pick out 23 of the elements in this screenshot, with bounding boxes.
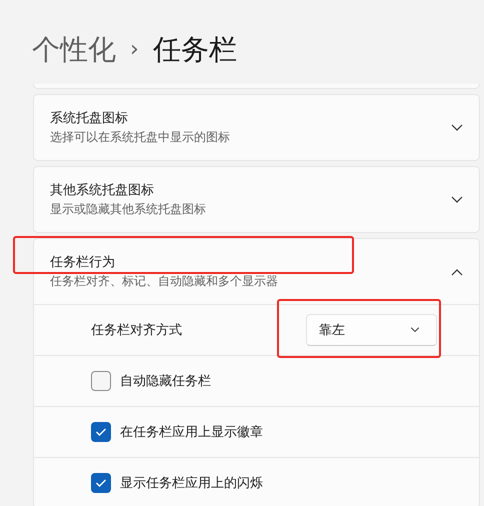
chevron-down-icon[interactable]	[451, 124, 463, 132]
section-subtitle: 显示或隐藏其他系统托盘图标	[50, 201, 207, 218]
checkbox-label: 在任务栏应用上显示徽章	[120, 424, 264, 441]
section-title[interactable]: 系统托盘图标	[50, 109, 451, 127]
alignment-dropdown[interactable]: 靠左	[306, 314, 437, 346]
checkbox-label: 显示任务栏应用上的闪烁	[120, 475, 264, 492]
section-title[interactable]: 其他系统托盘图标	[50, 181, 451, 199]
checkbox-label: 自动隐藏任务栏	[120, 373, 212, 390]
check-icon	[95, 427, 107, 437]
checkbox[interactable]	[91, 473, 111, 493]
section-subtitle: 选择可以在系统托盘中显示的图标	[50, 129, 231, 146]
check-icon	[95, 478, 107, 488]
section-title[interactable]: 任务栏行为	[50, 253, 451, 271]
setting-label: 任务栏对齐方式	[91, 322, 183, 339]
breadcrumb-separator: ›	[130, 36, 139, 64]
chevron-down-icon	[410, 327, 420, 333]
chevron-up-icon[interactable]	[451, 268, 463, 276]
section-subtitle: 任务栏对齐、标记、自动隐藏和多个显示器	[50, 273, 279, 290]
checkbox[interactable]	[91, 422, 111, 442]
chevron-down-icon[interactable]	[451, 196, 463, 204]
page-title: 任务栏	[152, 32, 237, 68]
checkbox[interactable]	[91, 371, 111, 391]
breadcrumb-parent[interactable]: 个性化	[32, 30, 116, 70]
